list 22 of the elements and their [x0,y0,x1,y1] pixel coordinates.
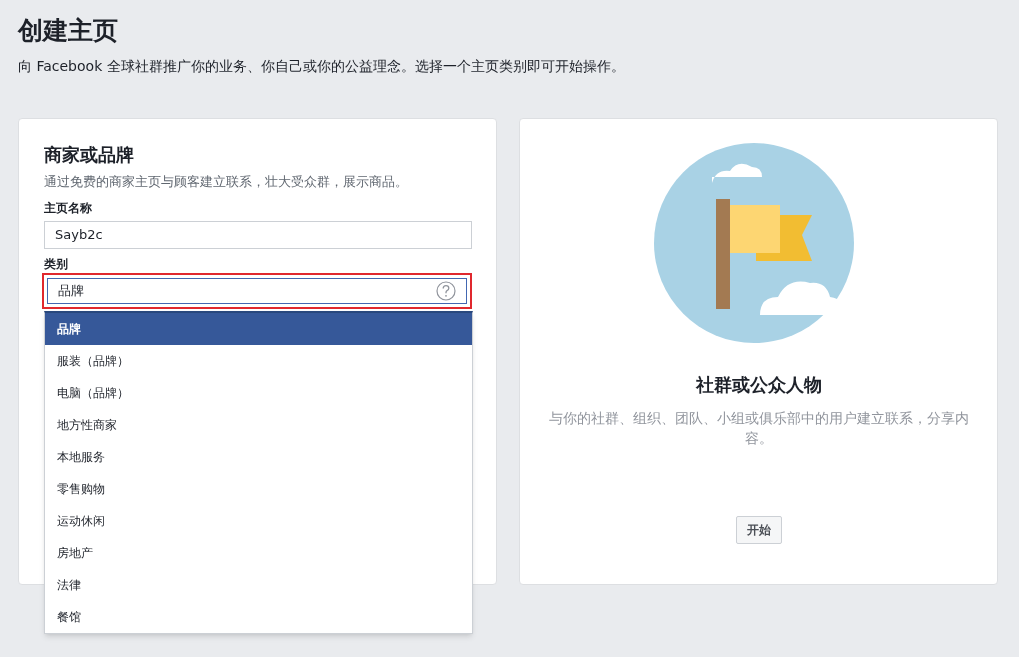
dropdown-option[interactable]: 餐馆 [45,601,472,633]
page-subtitle: 向 Facebook 全球社群推广你的业务、你自己或你的公益理念。选择一个主页类别即可开始操作。 [18,57,625,76]
start-button[interactable]: 开始 [735,516,782,544]
field-label: 主页名称 [44,200,92,217]
help-icon[interactable] [436,281,456,301]
dropdown-option[interactable]: 运动休闲 [45,505,472,537]
dropdown-option[interactable]: 法律 [45,569,472,601]
dropdown-option[interactable]: 地方性商家 [45,409,472,441]
dropdown-option[interactable]: 零售购物 [45,473,472,505]
page-name-field[interactable]: Sayb2c [44,221,472,249]
dropdown-option[interactable]: 品牌 [45,313,472,345]
category-field[interactable]: 品牌 [47,278,467,304]
card-title: 商家或品牌 [44,143,134,167]
card-title: 社群或公众人物 [695,373,822,397]
dropdown-option[interactable]: 服装（品牌） [45,345,472,377]
dropdown-option[interactable]: 电脑（品牌） [45,377,472,409]
dropdown-option[interactable]: 房地产 [45,537,472,569]
dropdown-option[interactable]: 本地服务 [45,441,472,473]
card-description: 通过免费的商家主页与顾客建立联系，壮大受众群，展示商品。 [44,173,408,191]
field-label: 类别 [44,256,68,273]
card-description: 与你的社群、组织、团队、小组或俱乐部中的用户建立联系，分享内容。 [547,409,970,448]
page-title: 创建主页 [18,15,118,47]
